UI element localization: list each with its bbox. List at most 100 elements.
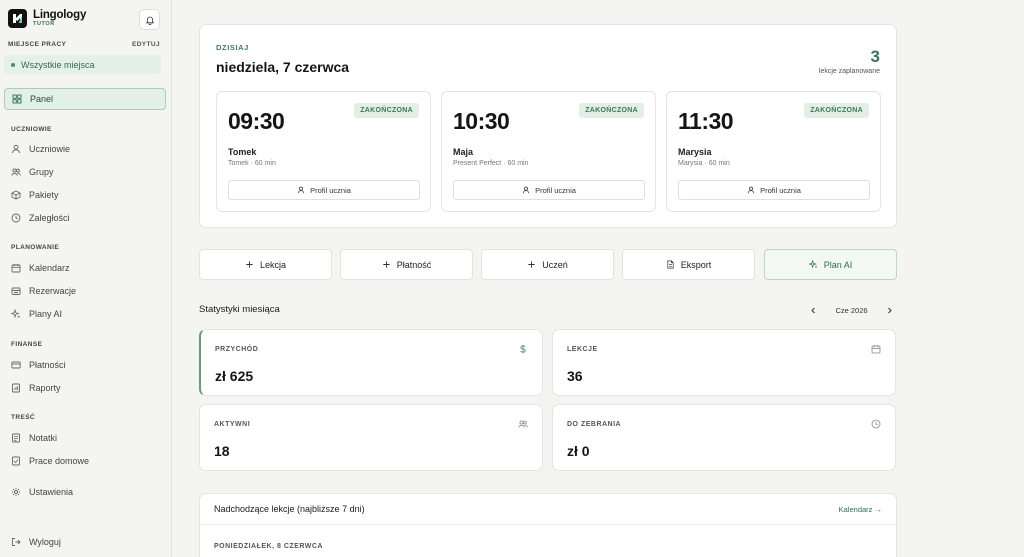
sidebar-item-students[interactable]: Uczniowie bbox=[4, 138, 166, 160]
stat-value: 36 bbox=[567, 368, 583, 384]
stat-card-lessons[interactable]: LEKCJE 36 bbox=[552, 329, 896, 396]
workspace-header: MIEJSCE PRACY EDYTUJ bbox=[8, 41, 160, 48]
upcoming-lessons-card: Nadchodzące lekcje (najbliższe 7 dni) Ka… bbox=[199, 493, 897, 557]
stat-label: PRZYCHÓD bbox=[215, 346, 259, 353]
dollar-icon bbox=[520, 344, 526, 354]
status-badge: ZAKOŃCZONA bbox=[354, 103, 419, 118]
users-icon bbox=[518, 420, 528, 428]
sidebar-item-label: Uczniowie bbox=[29, 144, 71, 154]
section-finance: FINANSE bbox=[11, 341, 43, 348]
sidebar-item-label: Płatności bbox=[29, 360, 66, 370]
student-profile-label: Profil ucznia bbox=[310, 185, 351, 195]
workspace-edit-link[interactable]: EDYTUJ bbox=[132, 41, 160, 48]
previous-month-button[interactable] bbox=[806, 303, 820, 317]
sidebar-item-settings[interactable]: Ustawienia bbox=[4, 481, 166, 503]
sidebar-item-label: Rezerwacje bbox=[29, 286, 77, 296]
sidebar-item-ai-plans[interactable]: Plany AI bbox=[4, 303, 166, 325]
upcoming-lessons-header: Nadchodzące lekcje (najbliższe 7 dni) Ka… bbox=[200, 494, 896, 525]
lesson-meta: Marysia · 60 min bbox=[678, 160, 730, 167]
notes-icon bbox=[12, 433, 20, 443]
chevron-right-icon bbox=[888, 307, 893, 313]
add-student-button[interactable]: Uczeń bbox=[481, 249, 614, 280]
calendar-link[interactable]: Kalendarz → bbox=[839, 505, 882, 514]
today-card: DZISIAJ niedziela, 7 czerwca 3 lekcje za… bbox=[199, 24, 897, 228]
brand-subtitle: TUTOR bbox=[33, 21, 55, 27]
next-month-button[interactable] bbox=[883, 303, 897, 317]
sidebar-item-reservations[interactable]: Rezerwacje bbox=[4, 280, 166, 302]
chevron-left-icon bbox=[810, 307, 815, 313]
action-label: Uczeń bbox=[542, 259, 568, 270]
sidebar-item-panel[interactable]: Panel bbox=[4, 88, 166, 110]
user-icon bbox=[12, 144, 20, 154]
section-content: TREŚĆ bbox=[11, 414, 36, 421]
calendar-icon bbox=[11, 264, 21, 273]
plus-icon bbox=[246, 261, 253, 268]
student-profile-button[interactable]: Profil ucznia bbox=[453, 180, 645, 200]
sidebar-item-label: Raporty bbox=[29, 383, 61, 393]
sidebar-item-payments[interactable]: Płatności bbox=[4, 354, 166, 376]
sidebar-item-packages[interactable]: Pakiety bbox=[4, 184, 166, 206]
homework-icon bbox=[12, 456, 20, 466]
sidebar-item-reports[interactable]: Raporty bbox=[4, 377, 166, 399]
export-button[interactable]: Eksport bbox=[622, 249, 755, 280]
lesson-time: 11:30 bbox=[678, 108, 734, 134]
notifications-button[interactable] bbox=[139, 9, 160, 30]
workspace-all-places[interactable]: Wszystkie miejsca bbox=[4, 55, 161, 74]
sidebar-item-label: Notatki bbox=[29, 433, 58, 443]
student-profile-label: Profil ucznia bbox=[535, 185, 576, 195]
sidebar-item-label: Zaległości bbox=[29, 213, 70, 223]
sidebar-item-homework[interactable]: Prace domowe bbox=[4, 450, 166, 472]
calendar-icon bbox=[871, 345, 881, 354]
lesson-card[interactable]: 10:30 ZAKOŃCZONA Maja Present Perfect · … bbox=[441, 91, 656, 212]
add-lesson-button[interactable]: Lekcja bbox=[199, 249, 332, 280]
workspace-selected-label: Wszystkie miejsca bbox=[21, 59, 95, 70]
status-badge: ZAKOŃCZONA bbox=[804, 103, 869, 118]
document-icon bbox=[667, 260, 674, 269]
workspace-dot-icon bbox=[11, 62, 15, 67]
upcoming-day-heading: PONIEDZIAŁEK, 8 CZERWCA bbox=[214, 543, 323, 550]
lesson-card[interactable]: 11:30 ZAKOŃCZONA Marysia Marysia · 60 mi… bbox=[666, 91, 881, 212]
monthly-stats-title: Statystyki miesiąca bbox=[199, 304, 280, 315]
stat-card-revenue[interactable]: PRZYCHÓD zł 625 bbox=[199, 329, 543, 396]
sidebar-item-calendar[interactable]: Kalendarz bbox=[4, 257, 166, 279]
user-icon bbox=[297, 186, 305, 194]
sparkle-icon bbox=[11, 309, 21, 319]
student-profile-label: Profil ucznia bbox=[760, 185, 801, 195]
action-label: Eksport bbox=[680, 259, 712, 270]
student-profile-button[interactable]: Profil ucznia bbox=[678, 180, 870, 200]
lesson-meta: Present Perfect · 60 min bbox=[453, 160, 529, 167]
logout-icon bbox=[12, 538, 21, 546]
stat-value: 18 bbox=[214, 443, 230, 459]
dashboard-icon bbox=[12, 94, 22, 104]
workspace-label: MIEJSCE PRACY bbox=[8, 41, 67, 48]
plus-icon bbox=[383, 261, 390, 268]
sidebar-item-notes[interactable]: Notatki bbox=[4, 427, 166, 449]
add-payment-button[interactable]: Płatność bbox=[340, 249, 473, 280]
sidebar-item-logout[interactable]: Wyloguj bbox=[4, 531, 166, 553]
brand[interactable]: Lingology TUTOR bbox=[8, 9, 86, 28]
lesson-student-name: Marysia bbox=[678, 147, 712, 157]
sidebar-item-label: Ustawienia bbox=[29, 487, 74, 497]
stat-card-to-collect[interactable]: DO ZEBRANIA zł 0 bbox=[552, 404, 896, 471]
user-icon bbox=[747, 186, 755, 194]
stat-card-active[interactable]: AKTYWNI 18 bbox=[199, 404, 543, 471]
stat-value: zł 625 bbox=[215, 368, 254, 384]
sidebar-item-label: Prace domowe bbox=[29, 456, 90, 466]
action-label: Lekcja bbox=[259, 259, 286, 270]
sidebar-item-label: Grupy bbox=[29, 167, 54, 177]
lesson-card[interactable]: 09:30 ZAKOŃCZONA Tomek Tomek · 60 min Pr… bbox=[216, 91, 431, 212]
sidebar-item-arrears[interactable]: Zaległości bbox=[4, 207, 166, 229]
package-icon bbox=[11, 190, 21, 200]
stat-value: zł 0 bbox=[567, 443, 590, 459]
lesson-student-name: Maja bbox=[453, 147, 474, 157]
sidebar-item-label: Wyloguj bbox=[29, 537, 61, 547]
sidebar-item-groups[interactable]: Grupy bbox=[4, 161, 166, 183]
users-icon bbox=[11, 168, 21, 176]
student-profile-button[interactable]: Profil ucznia bbox=[228, 180, 420, 200]
upcoming-lessons-title: Nadchodzące lekcje (najbliższe 7 dni) bbox=[214, 504, 365, 514]
ai-plan-button[interactable]: Plan AI bbox=[764, 249, 897, 280]
inbox-icon bbox=[11, 287, 21, 295]
today-lesson-count: 3 bbox=[870, 47, 880, 66]
sidebar: Lingology TUTOR MIEJSCE PRACY EDYTUJ Wsz… bbox=[0, 0, 172, 557]
plus-icon bbox=[528, 261, 535, 268]
